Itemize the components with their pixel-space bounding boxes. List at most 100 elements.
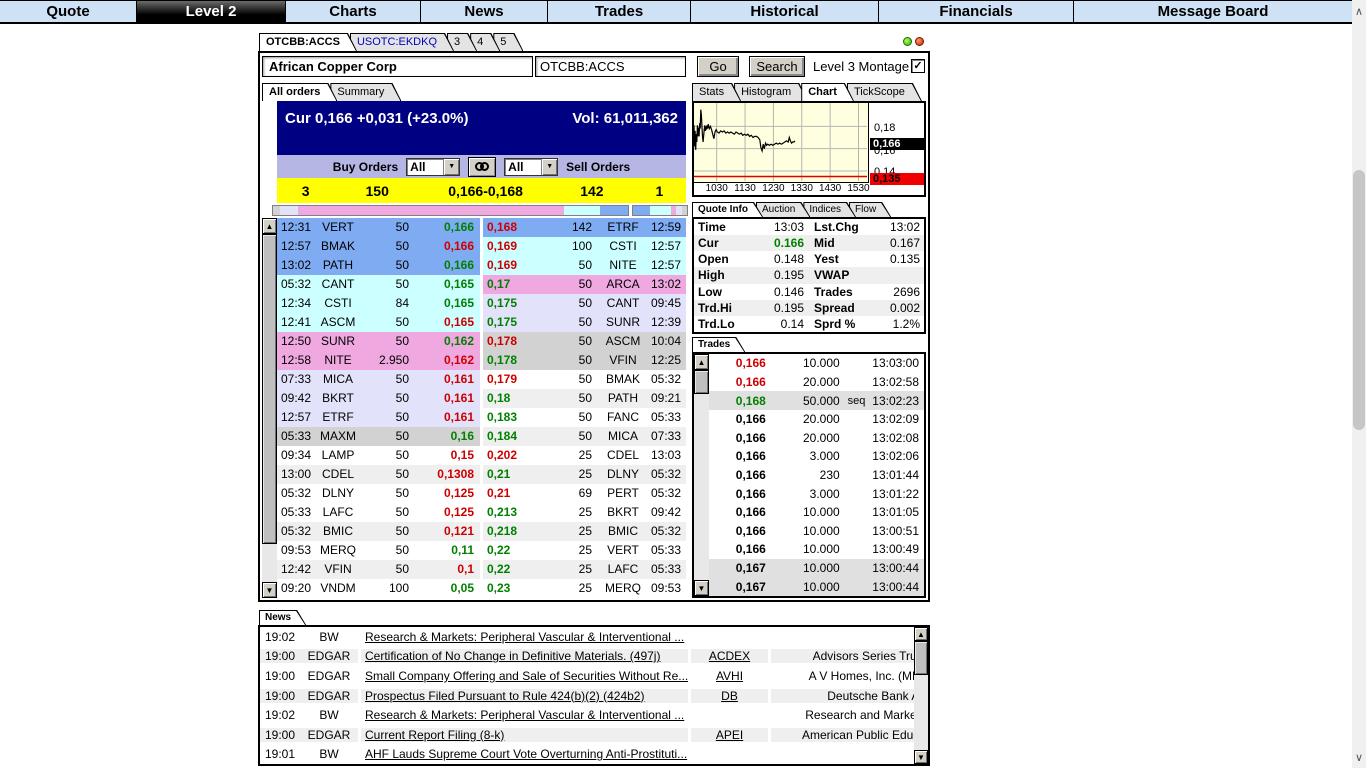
trade-price: 0,166 <box>735 374 766 389</box>
nav-item-charts[interactable]: Charts <box>286 1 421 22</box>
quote-value: 0.167 <box>889 236 920 251</box>
tab-flow[interactable]: Flow <box>849 202 891 217</box>
scrollbar-thumb[interactable] <box>914 641 928 675</box>
scroll-down-button[interactable]: ▼ <box>694 580 709 596</box>
tab-histogram[interactable]: Histogram <box>734 83 808 101</box>
search-button[interactable]: Search <box>749 56 805 77</box>
tab-otcbb-accs[interactable]: OTCBB:ACCS <box>259 33 357 51</box>
scrollbar-thumb[interactable] <box>694 370 709 394</box>
ask-price: 0,178 <box>487 353 518 367</box>
quote-value: 0.14 <box>780 316 804 331</box>
news-row: 19:02 BW Research & Markets: Peripheral Va… <box>260 627 928 647</box>
nav-item-level-2[interactable]: Level 2 <box>137 1 286 22</box>
news-headline-link[interactable]: Research & Markets: Peripheral Vascular … <box>358 708 688 723</box>
orderbook-row: 12:50 SUNR 50 0,162 0,178 50 ASCM 10:04 <box>277 332 686 351</box>
bid-time: 09:53 <box>280 543 312 557</box>
nav-item-historical[interactable]: Historical <box>691 1 879 22</box>
inside-ask-size: 142 <box>580 182 604 199</box>
nav-item-message-board[interactable]: Message Board <box>1074 1 1352 22</box>
news-headline-link[interactable]: AHF Lauds Supreme Court Vote Overturning… <box>358 747 688 762</box>
scroll-up-button[interactable]: ▲ <box>914 627 928 641</box>
tab-trades[interactable]: Trades <box>692 337 745 352</box>
scroll-up-button[interactable]: ▲ <box>694 354 709 370</box>
ask-mmid: NITE <box>609 258 637 272</box>
bid-time: 05:32 <box>280 524 312 538</box>
dropdown-arrow-icon[interactable]: ▼ <box>541 158 558 175</box>
bid-size: 100 <box>388 581 409 595</box>
y-axis-label: 0,16 <box>874 144 896 157</box>
browser-scrollbar[interactable]: ∧ ∨ <box>1352 0 1366 768</box>
trade-price: 0,167 <box>735 579 766 594</box>
tab-chart[interactable]: Chart <box>801 83 854 101</box>
ask-price: 0,169 <box>487 239 518 253</box>
bid-mmid: MAXM <box>320 429 356 443</box>
scroll-up-button[interactable]: ▲ <box>262 218 277 234</box>
trade-row: 0,166 230 13:01:44 <box>709 465 924 485</box>
quote-label: High <box>698 268 725 283</box>
scrollbar-thumb[interactable] <box>1353 170 1365 430</box>
tab-news[interactable]: News <box>259 610 306 625</box>
nav-item-trades[interactable]: Trades <box>548 1 691 22</box>
ask-size: 25 <box>578 505 592 519</box>
bid-size: 50 <box>395 391 409 405</box>
chain-link-icon <box>480 162 490 171</box>
ask-time: 12:39 <box>650 315 682 329</box>
news-headline-link[interactable]: Research & Markets: Peripheral Vascular … <box>358 629 688 644</box>
trades-scrollbar[interactable]: ▲ ▼ <box>694 354 709 596</box>
check-icon: ✓ <box>913 60 923 72</box>
ask-price: 0,17 <box>487 277 511 291</box>
trade-time: 13:01:44 <box>872 467 920 482</box>
scroll-down-icon: ▼ <box>265 585 274 595</box>
ask-mmid: BKRT <box>607 505 639 519</box>
tab-usotc-ekdkq[interactable]: USOTC:EKDKQ <box>350 33 454 51</box>
quote-label: Low <box>698 284 722 299</box>
news-row: 19:01 BW AHF Lauds Supreme Court Vote Over… <box>260 744 928 764</box>
news-headline-link[interactable]: Prospectus Filed Pursuant to Rule 424(b)… <box>358 688 688 703</box>
quote-label: Trd.Lo <box>698 316 735 331</box>
tab-tickscope[interactable]: TickScope <box>847 83 922 101</box>
chart-plot-area <box>692 103 869 183</box>
scroll-down-icon[interactable]: ∨ <box>1352 748 1366 766</box>
dropdown-arrow-icon[interactable]: ▼ <box>443 158 460 175</box>
nav-item-financials[interactable]: Financials <box>879 1 1074 22</box>
go-button[interactable]: Go <box>697 56 739 77</box>
news-ticker-link[interactable]: ACDEX <box>688 649 768 664</box>
nav-item-news[interactable]: News <box>421 1 548 22</box>
tab-stats[interactable]: Stats <box>692 83 741 101</box>
chart-canvas <box>692 103 867 181</box>
ask-mmid: MERQ <box>605 581 641 595</box>
sell-filter-value: All <box>508 159 524 174</box>
bid-size: 84 <box>395 296 409 310</box>
scroll-up-icon[interactable]: ∧ <box>1352 2 1366 20</box>
news-ticker-link[interactable]: DB <box>688 688 768 703</box>
ask-time: 13:03 <box>650 448 682 462</box>
tab-all-orders[interactable]: All orders <box>262 83 337 101</box>
ask-time: 10:04 <box>650 334 682 348</box>
trade-time: 13:00:44 <box>872 579 920 594</box>
sell-filter-dropdown[interactable]: All ▼ <box>504 157 559 176</box>
bid-mmid: CSTI <box>324 296 352 310</box>
news-ticker-link[interactable]: APEI <box>688 727 768 742</box>
orderbook-scrollbar[interactable]: ▲ ▼ <box>262 218 277 598</box>
news-headline-link[interactable]: Certification of No Change in Definitive… <box>358 649 688 664</box>
news-headline-link[interactable]: Small Company Offering and Sale of Secur… <box>358 668 688 683</box>
tab-auction[interactable]: Auction <box>756 202 810 217</box>
bid-mmid: ETRF <box>322 410 354 424</box>
news-headline-link[interactable]: Current Report Filing (8-k) <box>358 727 688 742</box>
level3-montage-checkbox[interactable]: ✓ <box>911 59 925 73</box>
tab-summary[interactable]: Summary <box>330 83 401 101</box>
bid-mmid: VERT <box>322 220 354 234</box>
buy-filter-dropdown[interactable]: All ▼ <box>406 157 461 176</box>
tab-indices[interactable]: Indices <box>803 202 856 217</box>
scroll-down-button[interactable]: ▼ <box>262 582 277 598</box>
scrollbar-thumb[interactable] <box>262 234 277 544</box>
scroll-down-button[interactable]: ▼ <box>914 750 928 764</box>
montage-header: Cur 0,166 +0,031 (+23.0%) Vol: 61,011,36… <box>277 103 686 155</box>
news-scrollbar[interactable]: ▲ ▼ <box>914 627 928 764</box>
news-ticker-link[interactable]: AVHI <box>688 668 768 683</box>
symbol-input[interactable] <box>535 56 686 77</box>
tab-quote-info[interactable]: Quote Info <box>692 202 763 217</box>
link-filters-button[interactable] <box>468 156 497 177</box>
bid-size: 50 <box>395 562 409 576</box>
nav-item-quote[interactable]: Quote <box>0 1 137 22</box>
